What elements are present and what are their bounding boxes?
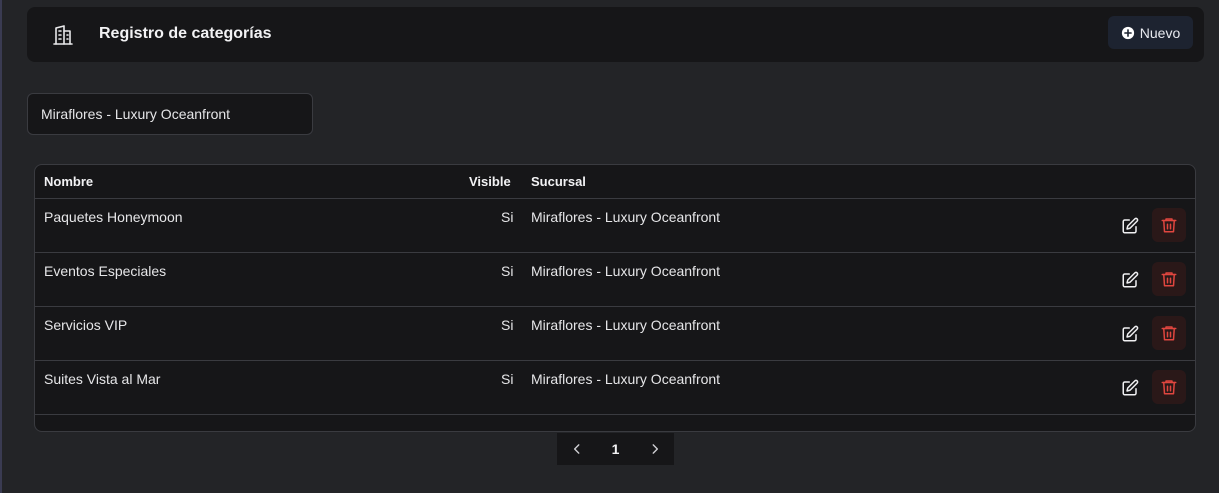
column-header-sucursal: Sucursal xyxy=(531,174,586,189)
edit-icon xyxy=(1122,271,1139,288)
table-row: Servicios VIP Si Miraflores - Luxury Oce… xyxy=(35,307,1195,361)
edit-button[interactable] xyxy=(1118,322,1142,346)
trash-icon xyxy=(1161,380,1177,395)
window-left-edge xyxy=(0,0,2,493)
plus-circle-icon xyxy=(1121,26,1134,39)
pagination: 1 xyxy=(557,433,674,465)
cell-nombre: Paquetes Honeymoon xyxy=(44,209,183,225)
cell-visible: Si xyxy=(501,317,514,333)
delete-button[interactable] xyxy=(1152,316,1186,350)
cell-visible: Si xyxy=(501,371,514,387)
table-header: Nombre Visible Sucursal xyxy=(35,165,1195,199)
cell-nombre: Eventos Especiales xyxy=(44,263,167,279)
edit-icon xyxy=(1122,379,1139,396)
delete-button[interactable] xyxy=(1152,370,1186,404)
cell-visible: Si xyxy=(501,209,514,225)
edit-button[interactable] xyxy=(1118,376,1142,400)
delete-button[interactable] xyxy=(1152,208,1186,242)
building-icon xyxy=(53,25,73,45)
page-title: Registro de categorías xyxy=(99,25,272,42)
cell-visible: Si xyxy=(501,263,514,279)
cell-sucursal: Miraflores - Luxury Oceanfront xyxy=(531,263,721,279)
cell-sucursal: Miraflores - Luxury Oceanfront xyxy=(531,209,721,225)
cell-nombre: Servicios VIP xyxy=(44,317,128,333)
edit-icon xyxy=(1122,325,1139,342)
branch-select[interactable]: Miraflores - Luxury Oceanfront xyxy=(27,93,313,135)
new-button-label: Nuevo xyxy=(1139,24,1181,41)
current-page-number: 1 xyxy=(611,441,620,457)
trash-icon xyxy=(1161,326,1177,341)
table-row: Eventos Especiales Si Miraflores - Luxur… xyxy=(35,253,1195,307)
cell-sucursal: Miraflores - Luxury Oceanfront xyxy=(531,371,721,387)
table-row: Paquetes Honeymoon Si Miraflores - Luxur… xyxy=(35,199,1195,253)
table-row: Suites Vista al Mar Si Miraflores - Luxu… xyxy=(35,361,1195,415)
edit-button[interactable] xyxy=(1118,214,1142,238)
delete-button[interactable] xyxy=(1152,262,1186,296)
cell-sucursal: Miraflores - Luxury Oceanfront xyxy=(531,317,721,333)
trash-icon xyxy=(1161,218,1177,233)
categories-table: Nombre Visible Sucursal Paquetes Honeymo… xyxy=(34,164,1196,432)
page-1-button[interactable]: 1 xyxy=(596,433,635,465)
trash-icon xyxy=(1161,272,1177,287)
chevron-right-icon xyxy=(652,444,658,454)
branch-select-value: Miraflores - Luxury Oceanfront xyxy=(41,106,231,122)
edit-icon xyxy=(1122,217,1139,234)
next-page-button[interactable] xyxy=(635,433,674,465)
edit-button[interactable] xyxy=(1118,268,1142,292)
page-header: Registro de categorías Nuevo xyxy=(27,7,1204,62)
column-header-visible: Visible xyxy=(469,174,511,189)
cell-nombre: Suites Vista al Mar xyxy=(44,371,161,387)
new-category-button[interactable]: Nuevo xyxy=(1108,16,1193,49)
column-header-nombre: Nombre xyxy=(44,174,94,189)
chevron-left-icon xyxy=(573,444,579,454)
prev-page-button[interactable] xyxy=(557,433,596,465)
